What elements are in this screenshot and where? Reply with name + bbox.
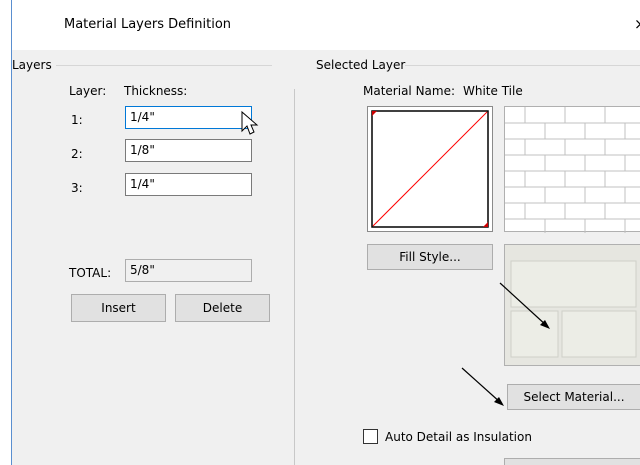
delete-button[interactable]: Delete	[175, 294, 270, 322]
material-name-label: Material Name:	[363, 84, 456, 98]
annotation-arrow-icon	[461, 367, 504, 406]
total-label: TOTAL:	[69, 266, 112, 280]
layer-2-number: 2:	[71, 147, 83, 161]
auto-detail-label: Auto Detail as Insulation	[385, 430, 532, 444]
insert-button[interactable]: Insert	[71, 294, 166, 322]
layer-1-number: 1:	[71, 113, 83, 127]
layers-group-divider	[56, 65, 272, 66]
fill-style-swatch[interactable]	[367, 106, 493, 232]
fill-style-button[interactable]: Fill Style...	[367, 244, 493, 270]
select-material-button[interactable]: Select Material...	[507, 384, 640, 410]
window-title: Material Layers Definition	[64, 17, 232, 32]
brick-pattern-preview	[505, 107, 640, 233]
layer-2-thickness-input[interactable]: 1/8"	[125, 139, 252, 162]
auto-detail-checkbox[interactable]	[363, 429, 378, 444]
total-thickness-field: 5/8"	[125, 259, 252, 282]
title-bar: Material Layers Definition ×	[12, 0, 640, 50]
layer-3-number: 3:	[71, 181, 83, 195]
group-separator	[294, 89, 295, 465]
layer-3-thickness-input[interactable]: 1/4"	[125, 173, 252, 196]
material-name-value: White Tile	[463, 84, 523, 98]
fill-pattern-preview	[371, 110, 489, 228]
thickness-column-header: Thickness:	[124, 84, 188, 98]
layer-1-thickness-input[interactable]: 1/4"	[125, 106, 252, 129]
annotation-arrow-icon	[499, 282, 550, 329]
selected-layer-group-divider	[405, 65, 640, 66]
layer-column-header: Layer:	[69, 84, 107, 98]
selected-layer-group-label: Selected Layer	[316, 58, 410, 72]
layers-group-label: Layers	[12, 58, 56, 72]
close-icon[interactable]: ×	[634, 15, 640, 33]
partial-button[interactable]	[504, 458, 640, 465]
mouse-cursor-icon	[241, 110, 259, 135]
brick-pattern-swatch	[504, 106, 640, 233]
dialog-window: Material Layers Definition × Layers Laye…	[11, 0, 640, 465]
